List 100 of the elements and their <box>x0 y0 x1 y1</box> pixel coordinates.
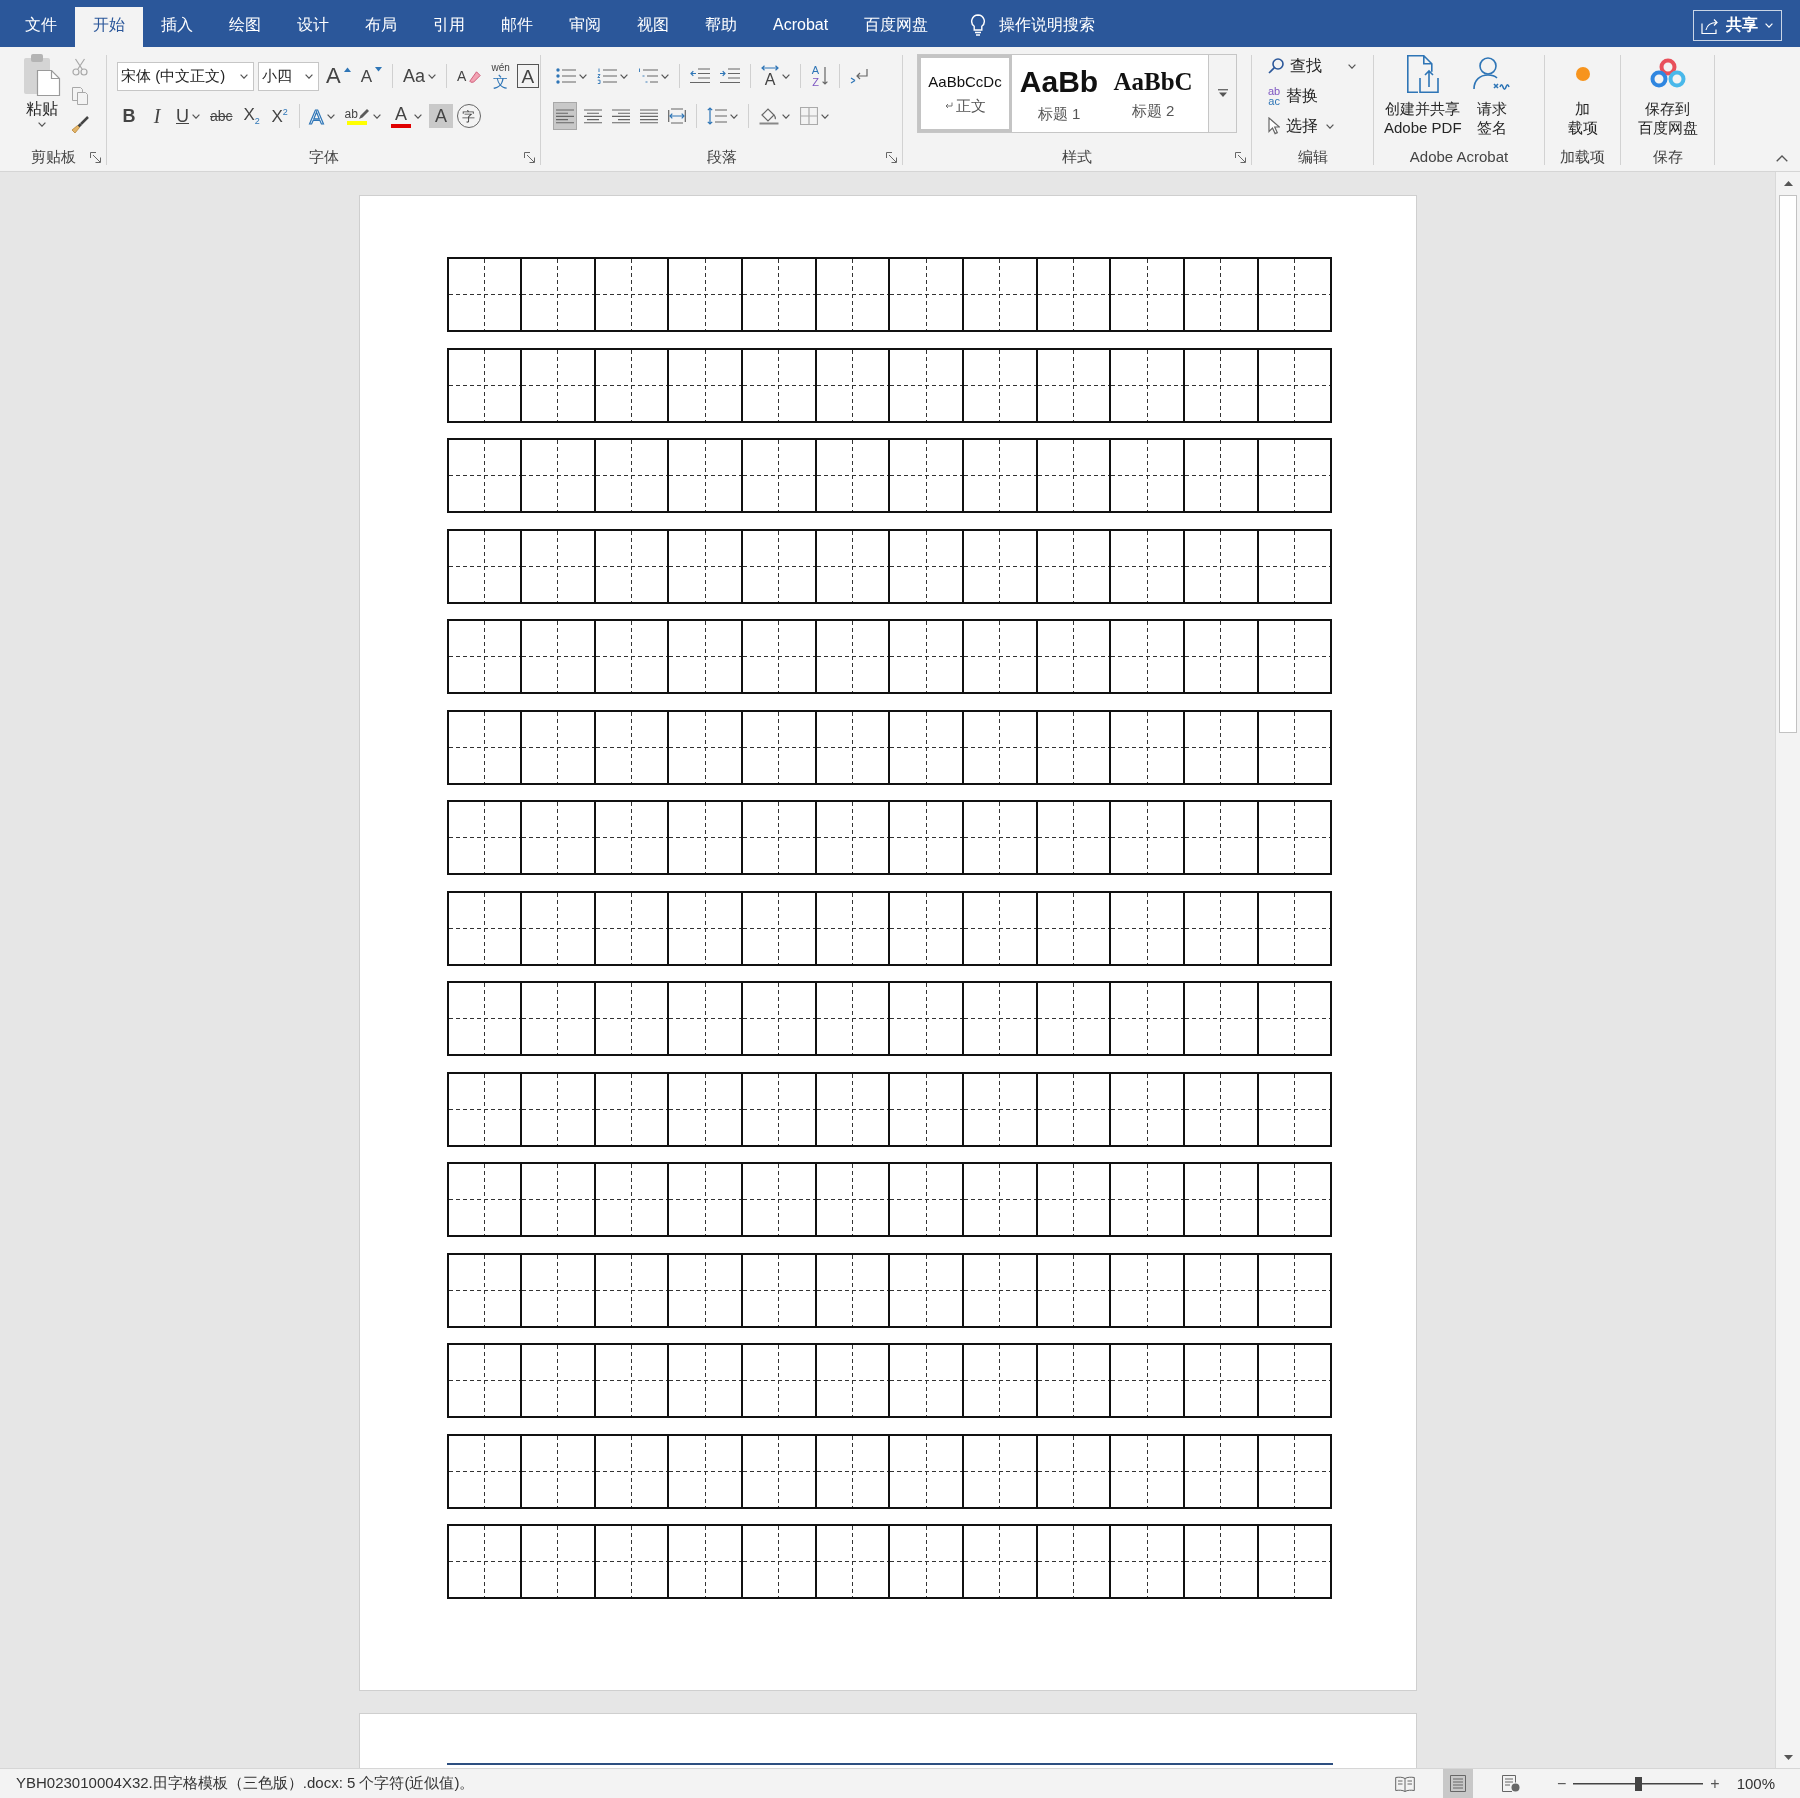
share-icon <box>1701 17 1719 34</box>
collapse-ribbon-button[interactable] <box>1776 155 1788 162</box>
ribbon-tab[interactable]: 引用 <box>415 7 483 47</box>
down-arrow-icon <box>822 67 829 85</box>
vertical-scrollbar[interactable] <box>1775 172 1800 1768</box>
chevron-down-icon <box>782 113 790 119</box>
ribbon-tab[interactable]: 视图 <box>619 7 687 47</box>
ribbon-tab[interactable]: 邮件 <box>483 7 551 47</box>
ribbon-group-label: 编辑 <box>1297 148 1328 166</box>
add-ins-button[interactable]: 加 载项 <box>1565 53 1600 137</box>
bold-button[interactable]: B <box>117 102 141 130</box>
chevron-down-icon <box>305 73 313 79</box>
distributed-icon <box>668 108 686 124</box>
tell-me-search-button[interactable]: 操作说明搜索 <box>966 7 1100 47</box>
ribbon-tab[interactable]: Acrobat <box>755 7 847 47</box>
chevron-up-icon <box>1776 155 1788 162</box>
underline-button[interactable]: U <box>173 102 203 130</box>
highlight-button[interactable]: ab <box>341 102 384 130</box>
chevron-down-icon <box>730 113 738 119</box>
ribbon-tab[interactable]: 布局 <box>347 7 415 47</box>
ribbon-tab[interactable]: 开始 <box>75 7 143 47</box>
indent-icon <box>720 68 740 84</box>
sort-button[interactable]: A Z <box>808 62 832 90</box>
save-to-cloud-button[interactable]: 保存到 百度网盘 <box>1635 53 1700 137</box>
character-border-button[interactable]: A <box>516 64 539 88</box>
ribbon-tab[interactable]: 绘图 <box>211 7 279 47</box>
align-center-icon <box>584 108 602 124</box>
return-mark-icon <box>944 102 953 109</box>
zoom-slider-thumb[interactable] <box>1634 1776 1642 1791</box>
chevron-down-icon <box>372 113 381 119</box>
ribbon-tab[interactable]: 帮助 <box>687 7 755 47</box>
strikethrough-button[interactable]: abc <box>207 102 236 130</box>
caret-up-icon <box>343 67 351 72</box>
line-spacing-icon <box>707 107 727 125</box>
style-item[interactable]: AaBbCcDc 正文 <box>918 55 1012 132</box>
asian-layout-button[interactable]: A <box>758 62 793 90</box>
superscript-button[interactable]: X$^{2}$ <box>267 102 292 130</box>
ribbon-group-label: 保存 <box>1652 148 1683 166</box>
launcher-arrow-icon <box>886 151 897 163</box>
signature-person-icon <box>1471 56 1512 92</box>
return-arrow-icon <box>850 68 870 84</box>
ribbon-tab[interactable]: 审阅 <box>551 7 619 47</box>
cursor-icon <box>1268 117 1280 135</box>
create-pdf-button[interactable]: 创建并共享 Adobe PDF <box>1382 53 1464 137</box>
ribbon-tab[interactable]: 插入 <box>143 7 211 47</box>
paint-bucket-icon <box>759 107 779 125</box>
ribbon-group-label: Adobe Acrobat <box>1409 148 1509 166</box>
request-signature-button[interactable]: 请求 签名 <box>1469 53 1514 137</box>
find-button[interactable]: 查找 <box>1266 52 1358 80</box>
chevron-down-icon <box>579 73 587 79</box>
character-shading-button[interactable]: A <box>428 104 453 128</box>
dialog-launcher-button[interactable] <box>524 151 535 163</box>
select-button[interactable]: 选择 <box>1266 112 1336 140</box>
phonetic-guide-button[interactable]: wén 文 <box>488 62 513 90</box>
ribbon-group-label: 剪贴板 <box>30 148 76 166</box>
italic-button[interactable]: I <box>145 102 169 130</box>
chevron-down-icon <box>38 122 46 127</box>
align-left-icon <box>556 108 574 124</box>
chevron-down-icon <box>782 73 790 79</box>
clear-formatting-button[interactable]: A <box>454 62 485 90</box>
chevron-down-icon <box>661 73 669 79</box>
grow-font-button[interactable]: A <box>323 62 354 90</box>
chevron-down-icon <box>1765 23 1773 28</box>
ribbon-tab[interactable]: 百度网盘 <box>846 7 947 47</box>
border-grid-icon <box>800 107 818 125</box>
page-lines-icon <box>1449 1775 1466 1792</box>
highlighter-pen-icon <box>357 107 370 120</box>
web-page-icon <box>1501 1775 1520 1792</box>
eraser-icon <box>469 71 482 83</box>
ribbon-tab[interactable]: 设计 <box>279 7 347 47</box>
dot-icon <box>1575 67 1590 81</box>
chevron-down-icon <box>1326 123 1334 129</box>
double-arrow-icon <box>761 64 779 71</box>
shrink-font-button[interactable]: A <box>357 62 386 90</box>
scrollbar-thumb[interactable] <box>1779 195 1797 733</box>
subscript-button[interactable]: X$_{2}$ <box>239 102 264 130</box>
lightbulb-icon <box>970 14 987 36</box>
zoom-in-button[interactable]: + <box>1707 1775 1723 1792</box>
more-arrow-icon <box>1217 89 1228 98</box>
status-text: YBH023010004X32.田字格模板（三色版）.docx: 5 个字符(近似值)。 <box>16 1774 475 1793</box>
font-name-combobox[interactable]: 宋体 (中文正文) <box>117 61 254 91</box>
dialog-launcher-button[interactable] <box>1235 151 1246 163</box>
zoom-out-button[interactable]: − <box>1553 1775 1570 1792</box>
chevron-down-icon <box>821 113 829 119</box>
dialog-launcher-button[interactable] <box>90 151 101 163</box>
outdent-icon <box>690 68 710 84</box>
align-left-button[interactable] <box>553 102 577 130</box>
numbered-list-icon <box>597 68 617 84</box>
change-case-button[interactable]: Aa <box>400 62 440 90</box>
triangle-up-icon <box>1783 180 1793 186</box>
print-layout-button[interactable] <box>1442 1769 1473 1798</box>
font-color-button[interactable]: A <box>387 102 425 130</box>
launcher-arrow-icon <box>90 151 101 163</box>
share-button[interactable]: 共享 <box>1693 10 1782 41</box>
dialog-launcher-button[interactable] <box>886 151 897 163</box>
chevron-down-icon <box>326 113 335 119</box>
launcher-arrow-icon <box>1235 151 1246 163</box>
ribbon-tab[interactable]: 文件 <box>7 7 75 47</box>
ribbon-group-label: 加载项 <box>1560 148 1605 166</box>
font-size-combobox[interactable]: 小四 <box>258 61 319 91</box>
